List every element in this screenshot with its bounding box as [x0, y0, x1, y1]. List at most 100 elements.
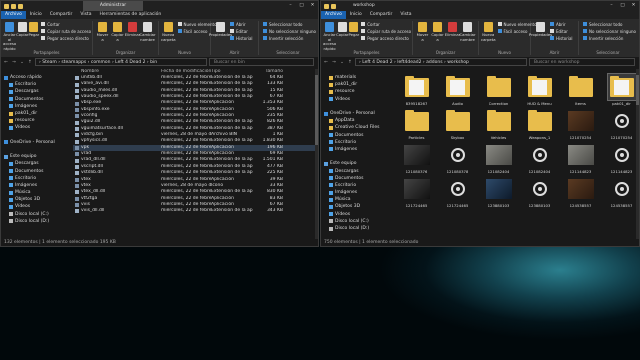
- context-tab-administrar[interactable]: Administrar: [83, 1, 143, 11]
- vertical-scrollbar[interactable]: [315, 69, 318, 239]
- dropdown-icon[interactable]: [18, 3, 23, 9]
- scroll-thumb[interactable]: [315, 75, 318, 145]
- grid-item[interactable]: 121070254: [604, 108, 639, 142]
- up-arrow-icon[interactable]: ↑: [27, 60, 33, 65]
- paste-shortcut-button[interactable]: Pegar acceso directo: [361, 35, 411, 41]
- sidebar-item-resource[interactable]: resource: [1, 117, 73, 124]
- sidebar-item-videos[interactable]: Vídeos: [1, 124, 73, 131]
- grid-item[interactable]: 121082404: [522, 142, 557, 176]
- grid-item[interactable]: Items: [563, 74, 598, 108]
- grid-item[interactable]: Audio: [440, 74, 475, 108]
- sidebar-item-resource[interactable]: resource: [321, 88, 393, 95]
- close-button[interactable]: ✕: [628, 1, 639, 11]
- vertical-scrollbar[interactable]: [636, 69, 639, 239]
- chevron-down-icon[interactable]: ⌄: [339, 60, 345, 65]
- scroll-thumb[interactable]: [636, 75, 639, 105]
- table-row[interactable]: vvis_dll.dll miércoles, 22 de febrero...E…: [73, 208, 318, 214]
- invert-selection-button[interactable]: Invertir selección: [263, 35, 316, 41]
- sidebar-item-materials[interactable]: materials: [321, 74, 393, 81]
- tab-vista[interactable]: Vista: [76, 11, 95, 19]
- sidebar-item-escritorio[interactable]: Escritorio: [1, 81, 73, 88]
- grid-item[interactable]: 124538557: [604, 176, 639, 210]
- sidebar-item-escritorio[interactable]: Escritorio: [321, 182, 393, 189]
- sidebar-item-este-equipo[interactable]: Este equipo: [1, 153, 73, 160]
- maximize-button[interactable]: □: [296, 1, 307, 11]
- sidebar-item-pak01-dir[interactable]: pak01_dir: [1, 110, 73, 117]
- up-arrow-icon[interactable]: ↑: [347, 60, 353, 65]
- sidebar-item-pak01-dir[interactable]: pak01_dir: [321, 81, 393, 88]
- history-button[interactable]: Historial: [550, 35, 573, 41]
- copy-path-button[interactable]: Copiar ruta de acceso: [41, 28, 91, 34]
- sidebar-item-videos[interactable]: Vídeos: [1, 203, 73, 210]
- sidebar-item-creative-cloud-files[interactable]: Creative Cloud Files: [321, 124, 393, 131]
- save-icon[interactable]: [331, 3, 336, 9]
- grid-item[interactable]: HUD & Menu: [522, 74, 557, 108]
- sidebar-item-disco-local-d[interactable]: Disco local (D:): [1, 218, 73, 225]
- select-none-button[interactable]: No seleccionar ninguno: [583, 28, 636, 34]
- sidebar-item-musica[interactable]: Música: [321, 196, 393, 203]
- sidebar-item-videos[interactable]: Vídeos: [321, 96, 393, 103]
- grid-item[interactable]: 121080376: [399, 142, 434, 176]
- grid-item[interactable]: pak01_dir: [604, 73, 639, 108]
- grid-item[interactable]: 121144823: [563, 142, 598, 176]
- title-bar[interactable]: workshop – □ ✕: [321, 1, 639, 11]
- select-all-button[interactable]: Seleccionar todo: [583, 21, 636, 27]
- grid-item[interactable]: 121144823: [604, 142, 639, 176]
- close-button[interactable]: ✕: [307, 1, 318, 11]
- sidebar-item-objetos-3d[interactable]: Objetos 3D: [1, 196, 73, 203]
- grid-item[interactable]: Weapons_1: [522, 108, 557, 142]
- tab-archivo[interactable]: Archivo: [1, 11, 26, 19]
- history-button[interactable]: Historial: [230, 35, 253, 41]
- sidebar-item-videos[interactable]: Vídeos: [321, 211, 393, 218]
- forward-arrow-icon[interactable]: →: [331, 60, 337, 65]
- sidebar-item-imagenes[interactable]: Imágenes: [321, 189, 393, 196]
- sidebar-item-acceso-rapido[interactable]: Acceso rápido: [1, 74, 73, 81]
- tab-inicio[interactable]: Inicio: [26, 11, 46, 19]
- grid-item[interactable]: 121724465: [440, 176, 475, 210]
- sidebar-item-escritorio[interactable]: Escritorio: [1, 175, 73, 182]
- address-path[interactable]: › Steam › steamapps › common › Left 4 De…: [35, 58, 207, 66]
- grid-item[interactable]: Vehicles: [481, 108, 516, 142]
- sidebar-item-este-equipo[interactable]: Este equipo: [321, 160, 393, 167]
- sidebar-item-descargas[interactable]: Descargas: [321, 167, 393, 174]
- minimize-button[interactable]: –: [606, 1, 617, 11]
- grid-item[interactable]: Particles: [399, 108, 434, 142]
- select-all-button[interactable]: Seleccionar todo: [263, 21, 316, 27]
- back-arrow-icon[interactable]: ←: [3, 60, 9, 65]
- grid-item[interactable]: 121070254: [563, 108, 598, 142]
- forward-arrow-icon[interactable]: →: [11, 60, 17, 65]
- invert-selection-button[interactable]: Invertir selección: [583, 35, 636, 41]
- grid-item[interactable]: 123880103: [522, 176, 557, 210]
- maximize-button[interactable]: □: [617, 1, 628, 11]
- sidebar-item-onedrive-personal[interactable]: OneDrive - Personal: [321, 110, 393, 117]
- sidebar-item-disco-local-d[interactable]: Disco local (D:): [321, 225, 393, 232]
- cut-button[interactable]: Cortar: [361, 21, 411, 27]
- grid-item[interactable]: 839518267: [399, 74, 434, 108]
- sidebar-item-musica[interactable]: Música: [1, 189, 73, 196]
- edit-button[interactable]: Editar: [230, 28, 253, 34]
- edit-button[interactable]: Editar: [550, 28, 573, 34]
- tab-inicio[interactable]: Inicio: [346, 11, 366, 19]
- grid-item[interactable]: Skybox: [440, 108, 475, 142]
- sidebar-item-disco-local-c[interactable]: Disco local (C:): [321, 218, 393, 225]
- sidebar-item-documentos[interactable]: Documentos: [1, 167, 73, 174]
- tab-compartir[interactable]: Compartir: [366, 11, 397, 19]
- grid-item[interactable]: 124538557: [563, 176, 598, 210]
- tab-archivo[interactable]: Archivo: [321, 11, 346, 19]
- grid-item[interactable]: 123880103: [481, 176, 516, 210]
- grid-item[interactable]: 121082404: [481, 142, 516, 176]
- open-button[interactable]: Abrir: [550, 21, 573, 27]
- open-button[interactable]: Abrir: [230, 21, 253, 27]
- folder-icon[interactable]: [324, 3, 329, 9]
- sidebar-item-imagenes[interactable]: Imágenes: [321, 146, 393, 153]
- tab-compartir[interactable]: Compartir: [46, 11, 77, 19]
- sidebar-item-documentos[interactable]: Documentos: [321, 175, 393, 182]
- title-bar[interactable]: Administrar – □ ✕: [1, 1, 318, 11]
- grid-item[interactable]: Correction: [481, 74, 516, 108]
- search-input[interactable]: Buscar en bin: [209, 58, 314, 66]
- sidebar-item-imagenes[interactable]: Imágenes: [1, 182, 73, 189]
- grid-item[interactable]: 121080378: [440, 142, 475, 176]
- tab-vista[interactable]: Vista: [396, 11, 415, 19]
- paste-shortcut-button[interactable]: Pegar acceso directo: [41, 35, 91, 41]
- sidebar-item-appdata[interactable]: AppData: [321, 117, 393, 124]
